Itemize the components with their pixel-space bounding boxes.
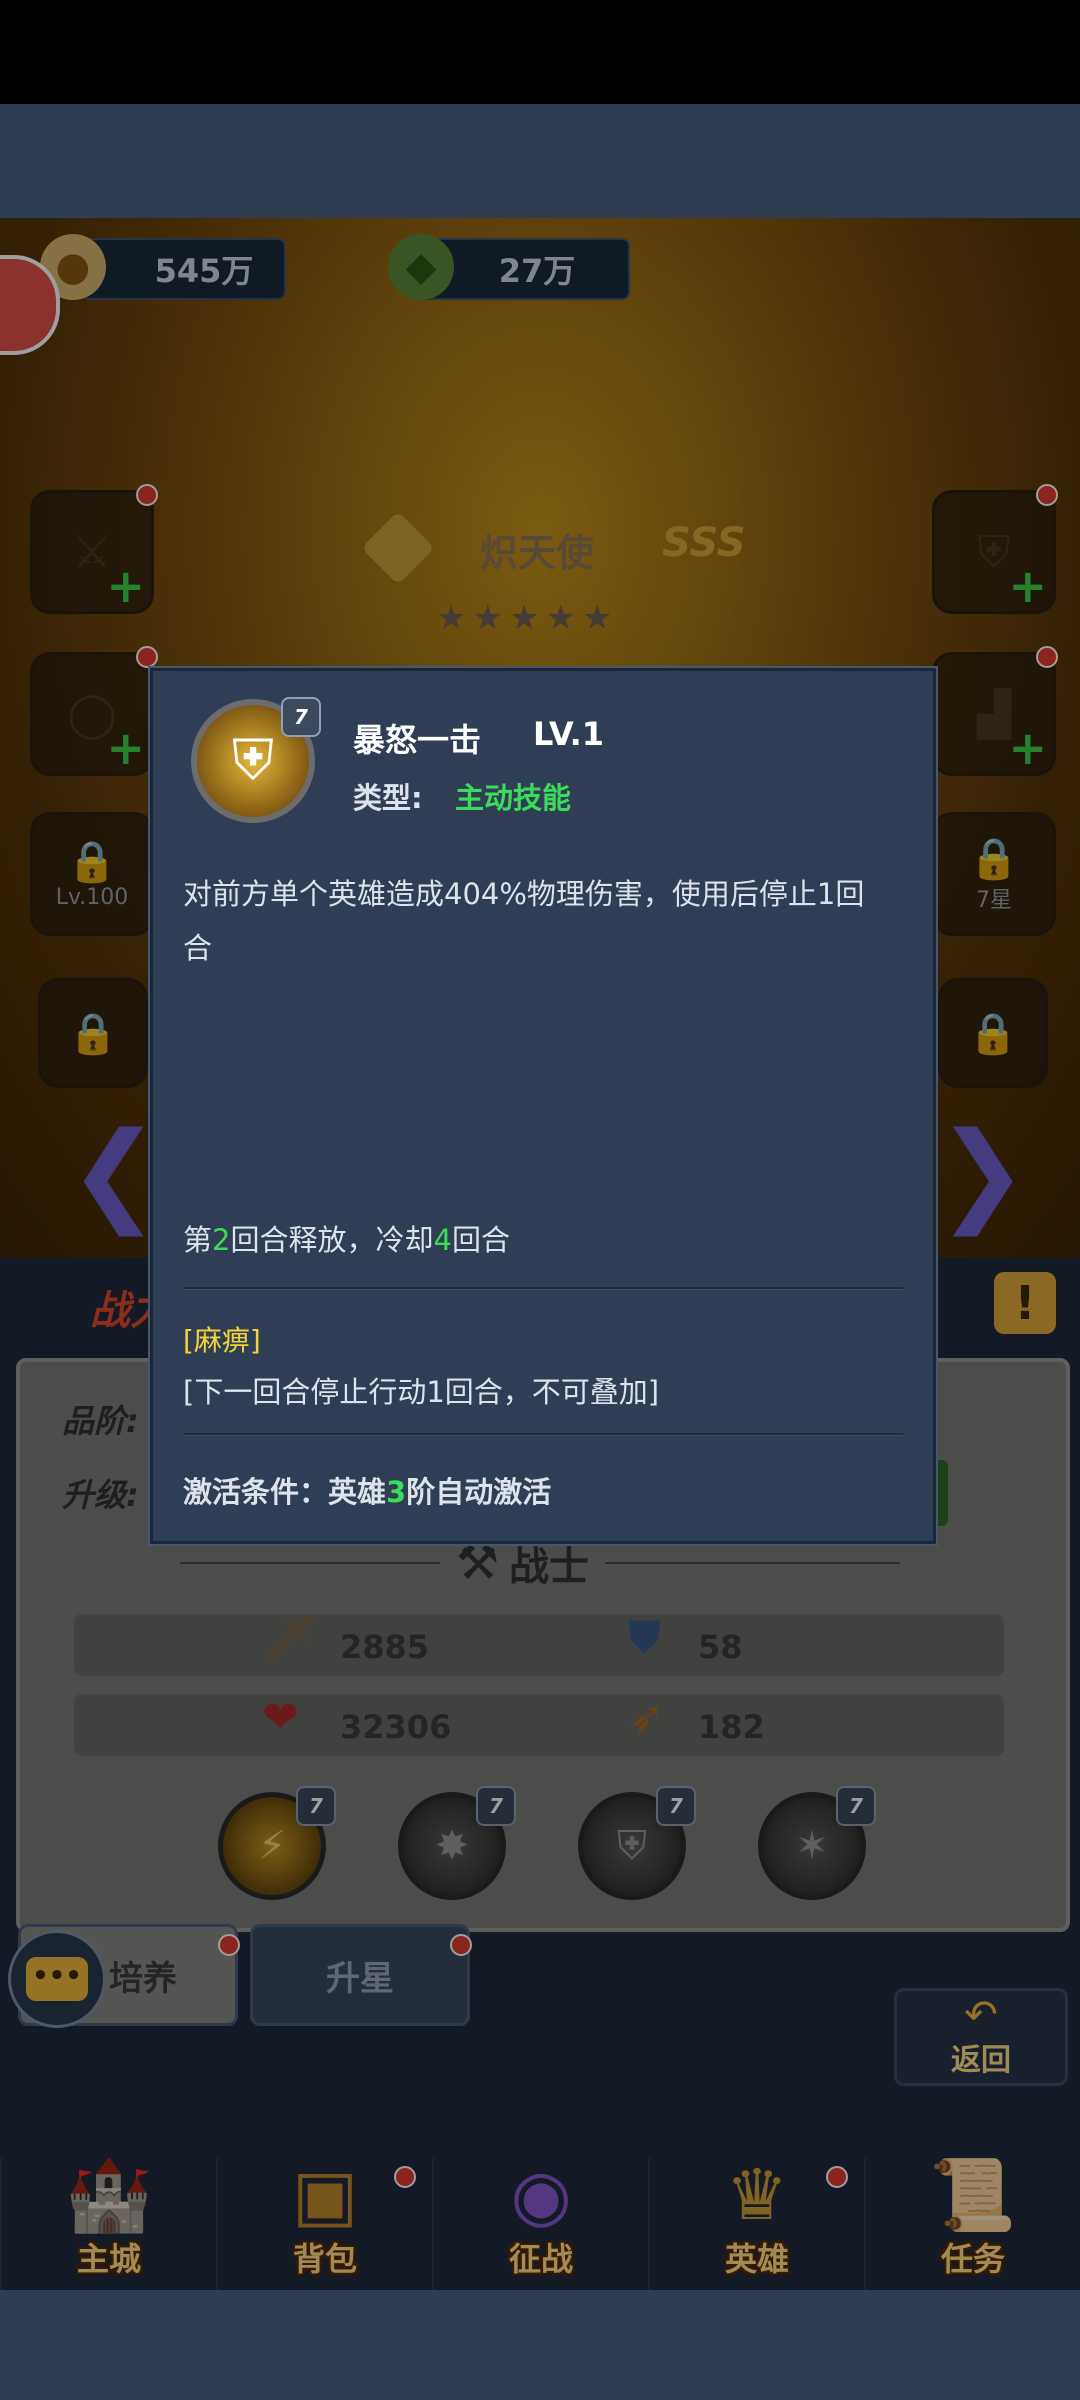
skill-detail-popup: ⛨ 7 暴怒一击 LV.1 类型: 主动技能 对前方单个英雄造成404%物理伤害… bbox=[150, 668, 936, 1544]
timing-prefix: 第 bbox=[183, 1223, 213, 1257]
divider bbox=[183, 1287, 903, 1290]
skill-name: 暴怒一击 bbox=[353, 721, 482, 759]
skill-type-value: 主动技能 bbox=[455, 781, 572, 815]
effect-description: [下一回合停止行动1回合，不可叠加] bbox=[183, 1375, 660, 1409]
effect-name: [麻痹] bbox=[183, 1324, 261, 1357]
divider bbox=[183, 1433, 903, 1436]
release-round: 2 bbox=[212, 1223, 231, 1257]
app-header-bar bbox=[0, 104, 1080, 218]
activation-condition: 激活条件：英雄3阶自动激活 bbox=[183, 1469, 551, 1511]
activate-suffix: 阶自动激活 bbox=[406, 1475, 552, 1509]
skill-description: 对前方单个英雄造成404%物理伤害，使用后停止1回合 bbox=[183, 877, 865, 965]
timing-mid: 回合释放，冷却 bbox=[230, 1223, 434, 1257]
system-navigation-bar bbox=[0, 2290, 1080, 2400]
skill-level: LV.1 bbox=[533, 715, 605, 753]
timing-suffix: 回合 bbox=[451, 1223, 510, 1257]
activate-prefix: 激活条件：英雄 bbox=[183, 1475, 387, 1509]
skill-timing: 第2回合释放，冷却4回合 bbox=[183, 1217, 510, 1259]
cooldown-rounds: 4 bbox=[433, 1223, 452, 1257]
activate-tier: 3 bbox=[386, 1475, 407, 1509]
skill-type-label: 类型: bbox=[353, 781, 423, 815]
status-bar bbox=[0, 0, 1080, 104]
skill-level-badge: 7 bbox=[281, 697, 321, 737]
